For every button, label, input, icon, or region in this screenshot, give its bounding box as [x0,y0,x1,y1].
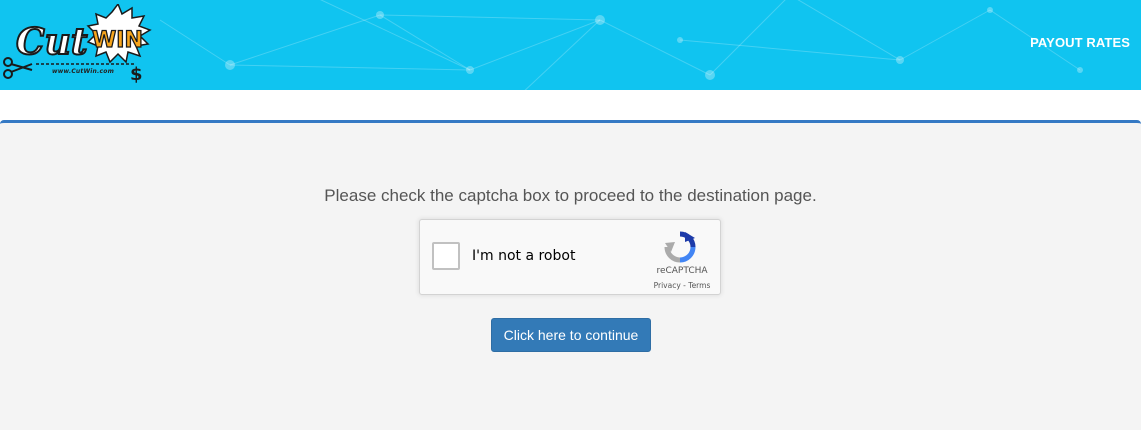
svg-text:$: $ [130,64,143,85]
svg-text:WIN: WIN [92,28,143,53]
recaptcha-brand: reCAPTCHA [656,266,708,276]
svg-text:Cut: Cut [16,21,88,63]
recaptcha-icon [664,231,696,263]
cutwin-logo[interactable]: Cut WIN $ www.CutWin.com [2,2,154,86]
recaptcha-links: Privacy - Terms [646,281,718,290]
nav-payout-rates-link[interactable]: PAYOUT RATES [1030,35,1130,50]
recaptcha-privacy-link[interactable]: Privacy [654,281,681,290]
logo-url-text: www.CutWin.com [52,68,115,75]
site-header: Cut WIN $ www.CutWin.com PAYOUT RATES [0,0,1141,90]
recaptcha-label: I'm not a robot [472,248,576,264]
recaptcha-checkbox[interactable] [432,242,460,270]
recaptcha-widget: I'm not a robot reCAPTCHA Privacy - Term… [419,219,721,295]
instruction-message: Please check the captcha box to proceed … [324,186,817,205]
recaptcha-terms-link[interactable]: Terms [688,281,710,290]
captcha-panel: Please check the captcha box to proceed … [0,120,1141,430]
continue-button[interactable]: Click here to continue [491,318,651,352]
network-pattern-background [159,0,1083,90]
